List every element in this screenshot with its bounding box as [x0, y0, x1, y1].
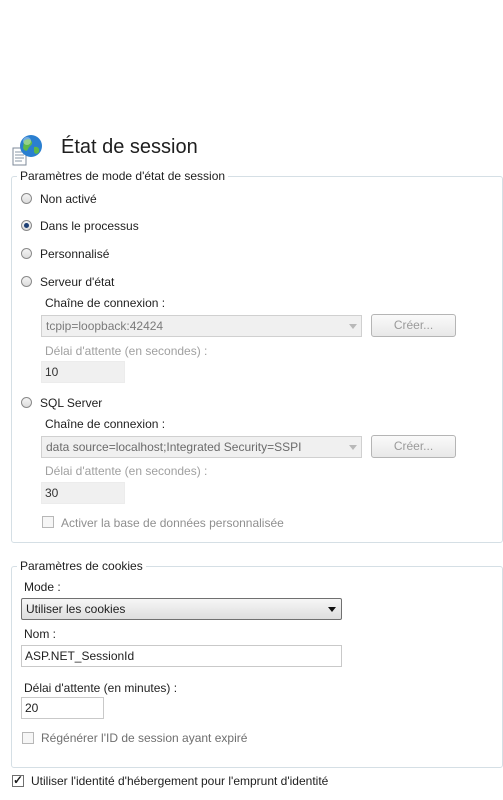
cookie-name-label: Nom : — [24, 627, 57, 641]
radio-custom[interactable] — [21, 248, 32, 259]
cookie-name-input[interactable]: ASP.NET_SessionId — [21, 645, 342, 667]
page-title: État de session — [61, 136, 198, 158]
cookie-settings-legend: Paramètres de cookies — [17, 559, 146, 573]
session-state-legend: Paramètres de mode d'état de session — [17, 169, 229, 183]
impersonation-label: Utiliser l'identité d'hébergement pour l… — [31, 774, 329, 788]
sql-timeout-label: Délai d'attente (en secondes) : — [45, 464, 208, 478]
radio-sql-server[interactable] — [21, 397, 32, 408]
cookie-timeout-label: Délai d'attente (en minutes) : — [24, 681, 178, 695]
state-server-create-button[interactable]: Créer... — [371, 314, 456, 337]
radio-not-enabled-label: Non activé — [40, 192, 97, 206]
cookie-mode-label: Mode : — [24, 580, 61, 594]
sql-connection-label: Chaîne de connexion : — [45, 417, 166, 431]
chevron-down-icon — [349, 324, 357, 329]
state-server-connection-combo[interactable]: tcpip=loopback:42424 — [41, 315, 362, 337]
state-server-timeout-input[interactable]: 10 — [41, 361, 125, 383]
radio-state-server[interactable] — [21, 276, 32, 287]
sql-timeout-input[interactable]: 30 — [41, 482, 125, 504]
radio-custom-label: Personnalisé — [40, 247, 110, 261]
radio-not-enabled[interactable] — [21, 193, 32, 204]
cookie-mode-value: Utiliser les cookies — [26, 602, 126, 616]
state-server-timeout-label: Délai d'attente (en secondes) : — [45, 344, 208, 358]
cookie-mode-select[interactable]: Utiliser les cookies — [21, 598, 342, 620]
radio-in-process[interactable] — [21, 220, 32, 231]
cookie-timeout-input[interactable]: 20 — [21, 697, 104, 719]
chevron-down-icon — [328, 607, 336, 612]
state-server-connection-value: tcpip=loopback:42424 — [46, 319, 164, 333]
chevron-down-icon — [349, 445, 357, 450]
sql-connection-value: data source=localhost;Integrated Securit… — [46, 440, 302, 454]
custom-database-label: Activer la base de données personnalisée — [61, 516, 284, 530]
state-server-connection-label: Chaîne de connexion : — [45, 296, 166, 310]
impersonation-checkbox[interactable] — [12, 773, 24, 787]
globe-document-icon — [12, 135, 42, 166]
regenerate-id-checkbox[interactable] — [22, 732, 34, 744]
sql-create-button[interactable]: Créer... — [371, 435, 456, 458]
custom-database-checkbox[interactable] — [42, 516, 54, 528]
radio-in-process-label: Dans le processus — [40, 219, 139, 233]
sql-connection-combo[interactable]: data source=localhost;Integrated Securit… — [41, 436, 362, 458]
regenerate-id-label: Régénérer l'ID de session ayant expiré — [41, 731, 248, 745]
radio-sql-server-label: SQL Server — [40, 396, 103, 410]
radio-state-server-label: Serveur d'état — [40, 275, 115, 289]
